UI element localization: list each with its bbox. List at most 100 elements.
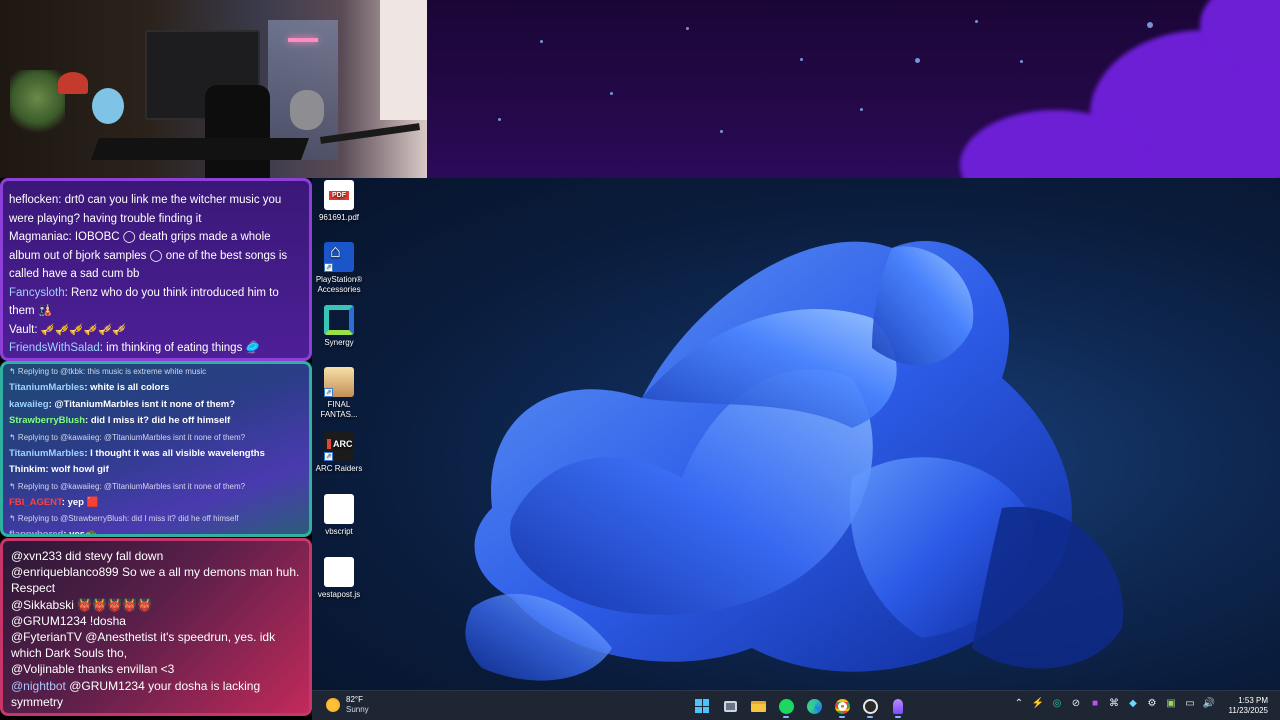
chat-panel-1: heflocken: drt0 can you link me the witc… (0, 178, 312, 361)
desktop-icon-label: vestapost.js (317, 590, 361, 599)
desktop-icon-pdf[interactable]: 961691.pdf (312, 180, 366, 223)
edge-button[interactable] (802, 694, 826, 718)
tray-app-3-icon[interactable]: ⊘ (1069, 697, 1083, 711)
arc-raiders-icon: ↗ (324, 431, 354, 461)
desktop-icon-synergy[interactable]: Synergy (312, 305, 366, 348)
chrome-button[interactable] (830, 694, 854, 718)
volume-icon[interactable]: 🔊 (1202, 697, 1216, 711)
chat-message-list: ↰ Replying to @tkbk: this music is extre… (3, 364, 309, 534)
chat-text: 👹👹👹👹👹 (73, 597, 152, 612)
desktop-icon-vestapost[interactable]: vestapost.js (312, 557, 366, 600)
chat-reply-context: ↰ Replying to @kawaiieg: @TitaniumMarble… (9, 432, 246, 442)
chat-message: Magmaniac: IOBOBC ◯ death grips made a w… (3, 228, 309, 284)
chat-username[interactable]: flappybored (9, 529, 63, 534)
weather-description: Sunny (346, 705, 369, 714)
desktop-icon-vbscript[interactable]: vbscript (312, 494, 366, 537)
chat-username[interactable]: FriendsWithSalad (9, 342, 100, 354)
network-icon[interactable]: ▭ (1183, 697, 1197, 711)
spotify-button[interactable] (774, 694, 798, 718)
chat-username[interactable]: StrawberryBlush (9, 415, 85, 426)
chat-text: : I thought it was all visible wavelengt… (84, 447, 265, 459)
webcam-keyboard (90, 138, 310, 160)
chat-message: @Voljinable thanks envillan <3 (3, 661, 309, 677)
chat-text: : did I miss it? did he off himself (85, 415, 231, 426)
desktop-icon-label: PlayStation® Accessories (315, 275, 363, 294)
desktop-icon-playstation-accessories[interactable]: ↗ PlayStation® Accessories (312, 242, 366, 295)
chat-username[interactable]: @Voljinable (11, 662, 75, 676)
chat-username[interactable]: Magmaniac (9, 231, 68, 243)
weather-widget[interactable]: 82°F Sunny (326, 695, 369, 715)
start-button[interactable] (690, 694, 714, 718)
chat-username[interactable]: Vault (9, 324, 34, 336)
file-explorer-button[interactable] (746, 694, 770, 718)
chat-message: kawaiieg: @TitaniumMarbles isnt it none … (3, 397, 309, 414)
webcam-chair (205, 85, 270, 178)
tray-app-6-icon[interactable]: ⚙ (1145, 697, 1159, 711)
chat-username[interactable]: FBI_AGENT (9, 497, 62, 508)
webcam-figurine (92, 88, 124, 124)
star (1020, 60, 1023, 63)
chat-username[interactable]: @enriqueblanco899 (11, 565, 119, 579)
shortcut-arrow-icon: ↗ (324, 452, 333, 461)
steam-icon[interactable]: ⌘ (1107, 697, 1121, 711)
desktop-icon-final-fantasy[interactable]: ↗ FINAL FANTAS... (312, 367, 366, 420)
tray-app-4-icon[interactable]: ■ (1088, 697, 1102, 711)
chevron-up-icon[interactable]: ⌃ (1012, 697, 1026, 711)
tray-app-2-icon[interactable]: ◎ (1050, 697, 1064, 711)
chat-text: : wolf howl gif (45, 464, 109, 475)
obs-button[interactable] (858, 694, 882, 718)
task-view-button[interactable] (718, 694, 742, 718)
taskbar-clock[interactable]: 1:53 PM 11/23/2025 (1229, 696, 1268, 716)
chat-username[interactable]: @FyterianTV (11, 630, 82, 644)
chat-username[interactable]: @GRUM1234 (11, 614, 87, 628)
chat-reply-context: ↰ Replying to @kawaiieg: @TitaniumMarble… (9, 481, 246, 491)
final-fantasy-icon: ↗ (324, 367, 354, 397)
star (610, 92, 613, 95)
chat-message: flappybored: yes🐢 (3, 527, 309, 534)
desktop-icon-label: 961691.pdf (318, 213, 360, 222)
chat-message: StrawberryBlush: did I miss it? did he o… (3, 413, 309, 430)
chat-username[interactable]: heflocken (9, 194, 58, 206)
chat-text: : @TitaniumMarbles isnt it none of them? (48, 398, 236, 410)
chat-text: did stevy fall down (61, 549, 164, 563)
star (540, 40, 543, 43)
file-explorer-icon (750, 700, 766, 712)
desktop-icon-label: ARC Raiders (315, 464, 363, 473)
chat-username[interactable]: kawaiieg (9, 399, 49, 410)
chat-username[interactable]: TitaniumMarbles (9, 448, 84, 459)
webcam-feed (0, 0, 427, 178)
chat-reply-context: ↰ Replying to @tkbk: this music is extre… (9, 367, 207, 376)
webcam-microphone (290, 90, 324, 130)
chat-message: FriendsWithSalad: im thinking of eating … (3, 339, 309, 358)
chat-message: TitaniumMarbles: white is all colors (3, 380, 309, 397)
star (915, 58, 920, 63)
tray-app-1-icon[interactable]: ⚡ (1031, 697, 1045, 711)
desktop-icon-arc-raiders[interactable]: ↗ ARC Raiders (312, 431, 366, 474)
stream-app-button[interactable] (886, 694, 910, 718)
chat-username[interactable]: @xvn233 (11, 549, 62, 563)
task-view-icon (723, 700, 737, 712)
chat-text: : im thinking of eating things 🥏 (99, 342, 260, 354)
chat-username[interactable]: Fancysloth (9, 287, 65, 299)
weather-temperature: 82°F (346, 695, 363, 704)
tray-app-7-icon[interactable]: ▣ (1164, 697, 1178, 711)
chat-username[interactable]: @Sikkabski (11, 598, 74, 612)
shortcut-arrow-icon: ↗ (324, 388, 333, 397)
chat-text: : 🎺🎺🎺🎺🎺🎺 (34, 323, 127, 336)
chat-username[interactable]: @nightbot (11, 679, 66, 693)
webcam-lamp (58, 72, 88, 94)
star (720, 130, 723, 133)
chat-message: TitaniumMarbles: I thought it was all vi… (3, 446, 309, 463)
star (1147, 22, 1153, 28)
webcam-led-light (288, 38, 318, 42)
tray-app-5-icon[interactable]: ◆ (1126, 697, 1140, 711)
stream-app-icon (893, 698, 903, 714)
chat-reply-context: ↰ Replying to @StrawberryBlush: did I mi… (9, 514, 239, 523)
chrome-icon (834, 698, 850, 714)
star (498, 118, 501, 121)
blank-file-icon (324, 494, 354, 524)
chat-panel-3: @xvn233 did stevy fall down @enriqueblanc… (0, 538, 312, 716)
chat-username[interactable]: TitaniumMarbles (9, 382, 84, 393)
chat-username[interactable]: Thinkim (9, 464, 45, 475)
playstation-accessories-icon: ↗ (324, 242, 354, 272)
